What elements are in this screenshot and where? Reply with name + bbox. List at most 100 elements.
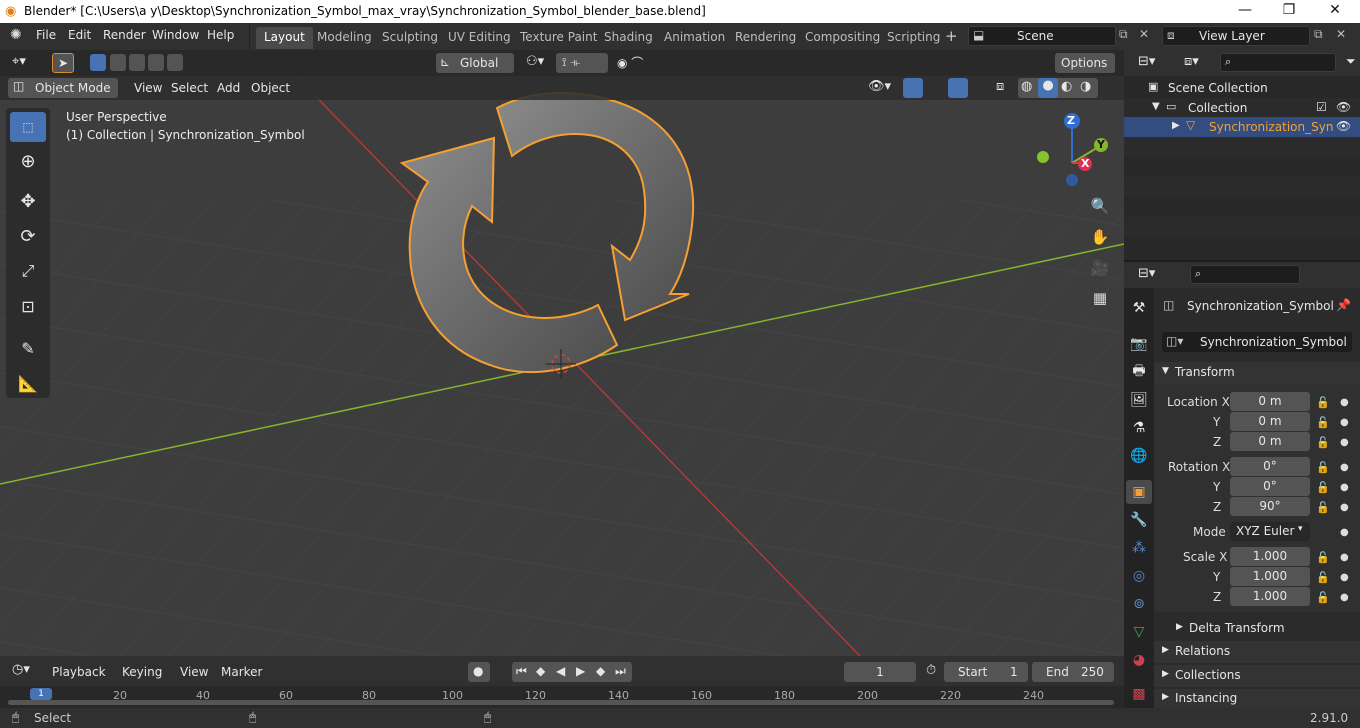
viewport-menu-add[interactable]: Add xyxy=(217,81,240,95)
delta-transform-subpanel[interactable]: ▶ Delta Transform xyxy=(1170,620,1356,638)
modifier-wrench-icon[interactable]: 🔧 xyxy=(1126,508,1152,532)
rotate-tool[interactable]: ⟳ xyxy=(8,220,48,252)
wireframe-shading-icon[interactable]: ◍ xyxy=(1021,79,1032,94)
new-view-layer-icon[interactable]: ⧉ xyxy=(1314,27,1323,42)
start-frame-field[interactable]: Start 1 xyxy=(944,662,1028,682)
lock-icon[interactable]: 🔓 xyxy=(1316,416,1330,429)
cursor-tool[interactable]: ⊕ xyxy=(8,145,48,177)
jump-end-icon[interactable]: ⏭ xyxy=(615,664,626,679)
menu-edit[interactable]: Edit xyxy=(68,28,91,42)
play-reverse-icon[interactable]: ◀ xyxy=(556,664,565,678)
world-tab-icon[interactable]: 🌐 xyxy=(1126,444,1152,468)
outliner-row-object[interactable]: ▶ ▽ Synchronization_Syn 👁 xyxy=(1124,117,1360,137)
render-tab-icon[interactable]: 📷 xyxy=(1126,332,1152,356)
collections-panel-header[interactable]: ▶ Collections xyxy=(1154,665,1360,687)
visibility-eye-icon[interactable]: 👁▾ xyxy=(868,79,891,94)
tab-rendering[interactable]: Rendering xyxy=(727,27,804,49)
viewport-menu-object[interactable]: Object xyxy=(251,81,290,95)
visibility-eye-icon[interactable]: 👁 xyxy=(1336,100,1351,114)
overlay-toggle[interactable] xyxy=(948,78,968,98)
play-icon[interactable]: ▶ xyxy=(576,664,585,678)
select-extend-mode-button[interactable] xyxy=(110,54,126,71)
keyframe-dot-icon[interactable]: ● xyxy=(1340,592,1349,603)
timeline-scrollbar[interactable] xyxy=(8,700,1114,705)
material-shading-icon[interactable]: ◐ xyxy=(1061,79,1072,94)
properties-search-input[interactable]: ⌕ xyxy=(1190,265,1300,284)
pin-icon[interactable]: 📌 xyxy=(1336,298,1351,312)
object-data-tab-icon[interactable]: ▽ xyxy=(1126,620,1152,644)
minimize-button[interactable]: — xyxy=(1222,2,1268,22)
rotation-x-field[interactable]: 0° xyxy=(1230,457,1310,476)
keyframe-dot-icon[interactable]: ● xyxy=(1340,527,1349,538)
blender-menu-icon[interactable]: ✺ xyxy=(10,27,22,43)
prev-keyframe-icon[interactable]: ◆ xyxy=(536,664,545,678)
timeline-menu-view[interactable]: View xyxy=(180,665,208,679)
scale-z-field[interactable]: 1.000 xyxy=(1230,587,1310,606)
timeline-menu-playback[interactable]: Playback xyxy=(52,665,106,679)
outliner-editor-icon[interactable]: ⊟▾ xyxy=(1138,54,1155,69)
keyframe-dot-icon[interactable]: ● xyxy=(1340,482,1349,493)
view-layer-selector[interactable]: ⧈ View Layer xyxy=(1162,26,1310,46)
particles-tab-icon[interactable]: ⁂ xyxy=(1126,536,1152,560)
gizmo-x-label[interactable]: X xyxy=(1081,157,1089,170)
location-x-field[interactable]: 0 m xyxy=(1230,392,1310,411)
transform-orientation-dropdown[interactable]: ⊾ Global xyxy=(436,53,514,73)
snapping-toggle[interactable]: ⟟ ⟛ xyxy=(556,53,608,73)
object-name-field[interactable]: ◫▾ Synchronization_Symbol xyxy=(1162,332,1352,352)
timeline-menu-marker[interactable]: Marker xyxy=(221,665,262,679)
options-dropdown[interactable]: Options xyxy=(1055,53,1115,73)
keyframe-dot-icon[interactable]: ● xyxy=(1340,552,1349,563)
keyframe-dot-icon[interactable]: ● xyxy=(1340,502,1349,513)
tab-texture-paint[interactable]: Texture Paint xyxy=(512,27,605,49)
next-keyframe-icon[interactable]: ◆ xyxy=(596,664,605,678)
output-tab-icon[interactable]: 🖶 xyxy=(1126,360,1152,384)
lock-icon[interactable]: 🔓 xyxy=(1316,396,1330,409)
instancing-panel-header[interactable]: ▶ Instancing xyxy=(1154,689,1360,708)
gizmo-toggle[interactable] xyxy=(903,78,923,98)
editor-type-icon[interactable]: ⌖▾ xyxy=(12,54,26,69)
tool-tab-icon[interactable]: ⚒ xyxy=(1126,296,1152,320)
ortho-toggle-button[interactable]: ▦ xyxy=(1086,284,1114,312)
object-visibility-eye-icon[interactable]: 👁 xyxy=(1336,119,1351,133)
transform-tool[interactable]: ⊡ xyxy=(8,290,48,322)
timeline-ruler[interactable]: 1 20 40 60 80 100 120 140 160 180 200 22… xyxy=(0,686,1124,708)
scale-y-field[interactable]: 1.000 xyxy=(1230,567,1310,586)
scale-tool[interactable]: ⤢ xyxy=(8,255,48,287)
expand-icon[interactable]: ▶ xyxy=(1172,120,1180,131)
new-scene-icon[interactable]: ⧉ xyxy=(1119,27,1128,42)
location-z-field[interactable]: 0 m xyxy=(1230,432,1310,451)
select-tool-button[interactable]: ➤ xyxy=(52,53,74,73)
display-mode-icon[interactable]: ⧈▾ xyxy=(1184,54,1199,69)
delete-view-layer-icon[interactable]: ✕ xyxy=(1336,27,1346,41)
scene-tab-icon[interactable]: ⚗ xyxy=(1126,416,1152,440)
pivot-point-icon[interactable]: ⚇▾ xyxy=(526,54,544,69)
lock-icon[interactable]: 🔓 xyxy=(1316,436,1330,449)
auto-keying-toggle[interactable]: ● xyxy=(468,662,490,682)
menu-file[interactable]: File xyxy=(36,28,56,42)
tab-modeling[interactable]: Modeling xyxy=(309,27,380,49)
viewport-menu-view[interactable]: View xyxy=(134,81,162,95)
lock-icon[interactable]: 🔓 xyxy=(1316,501,1330,514)
outliner-row-collection[interactable]: ▼ ▭ Collection ☑ 👁 xyxy=(1124,98,1360,118)
keyframe-dot-icon[interactable]: ● xyxy=(1340,417,1349,428)
constraints-tab-icon[interactable]: ⊚ xyxy=(1126,592,1152,616)
object-tab-icon[interactable]: ▣ xyxy=(1126,480,1152,504)
keyframe-dot-icon[interactable]: ● xyxy=(1340,462,1349,473)
rotation-mode-dropdown[interactable]: XYZ Euler ▾ xyxy=(1230,522,1310,541)
maximize-button[interactable]: ❐ xyxy=(1266,2,1312,22)
annotate-tool[interactable]: ✎ xyxy=(8,332,48,364)
outliner-search-input[interactable]: ⌕ xyxy=(1220,53,1336,72)
add-workspace-icon[interactable]: + xyxy=(945,27,958,45)
menu-render[interactable]: Render xyxy=(103,28,146,42)
pan-button[interactable]: ✋ xyxy=(1086,223,1114,251)
scale-x-field[interactable]: 1.000 xyxy=(1230,547,1310,566)
measure-tool[interactable]: 📐 xyxy=(8,367,48,399)
transform-panel-header[interactable]: ▼ Transform xyxy=(1154,362,1360,384)
move-tool[interactable]: ✥ xyxy=(8,185,48,217)
stopwatch-icon[interactable]: ⏱ xyxy=(926,663,936,678)
lock-icon[interactable]: 🔓 xyxy=(1316,461,1330,474)
location-y-field[interactable]: 0 m xyxy=(1230,412,1310,431)
relations-panel-header[interactable]: ▶ Relations xyxy=(1154,641,1360,663)
proportional-editing-icon[interactable]: ◉ ⌒ xyxy=(617,54,643,71)
select-subtract-mode-button[interactable] xyxy=(129,54,145,71)
